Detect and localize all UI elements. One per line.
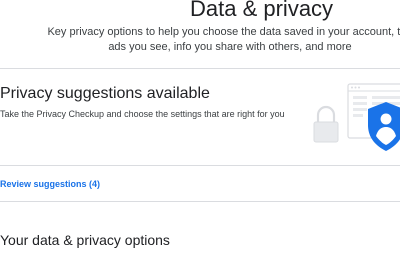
page-subtitle: Key privacy options to help you choose t… <box>47 26 400 53</box>
data-privacy-page: Data & privacy Key privacy options to he… <box>0 0 400 266</box>
privacy-suggestions-title: Privacy suggestions available <box>0 85 210 102</box>
review-suggestions-link[interactable]: Review suggestions (4) <box>0 178 100 191</box>
privacy-checkup-shield-icon <box>300 80 400 162</box>
card-divider <box>0 165 400 166</box>
page-title: Data & privacy <box>190 0 334 21</box>
data-privacy-options-heading: Your data & privacy options <box>0 232 170 248</box>
privacy-suggestions-description: Take the Privacy Checkup and choose the … <box>0 109 285 119</box>
